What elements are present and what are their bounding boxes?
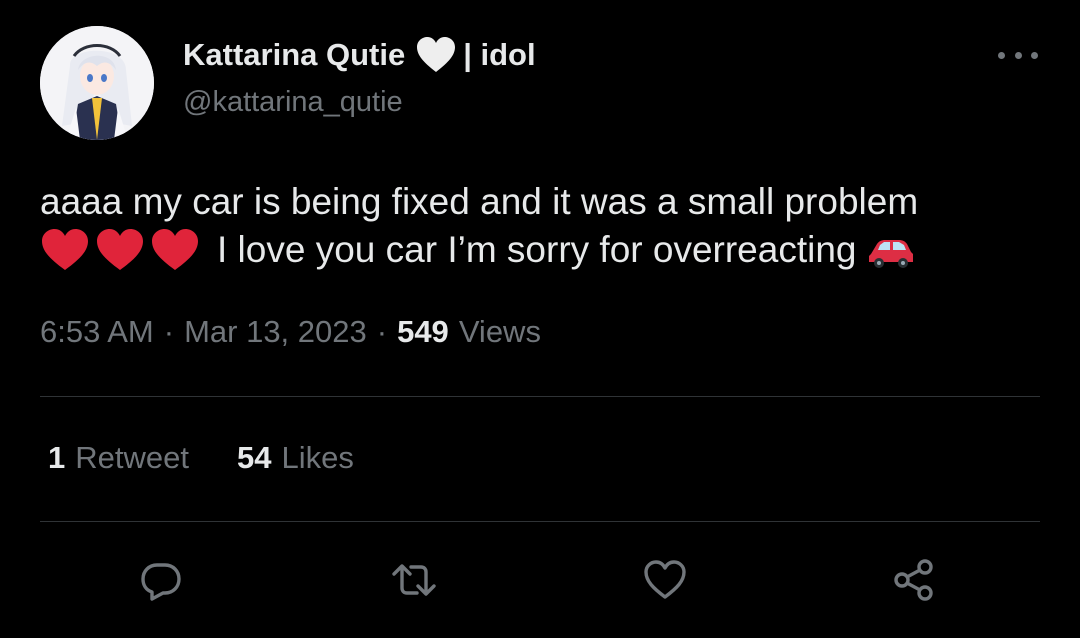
tweet-text: aaaa my car is being fixed and it was a … [40, 178, 1050, 274]
avatar-image [40, 26, 154, 140]
tweet-meta: 6:53 AM · Mar 13, 2023 · 549 Views [40, 314, 541, 350]
action-bar [0, 550, 1080, 610]
tweet-date[interactable]: Mar 13, 2023 [184, 314, 367, 350]
reply-button[interactable] [131, 550, 191, 610]
tweet-text-part-1: aaaa my car is being fixed and it was a … [40, 181, 919, 222]
likes-count: 54 [236, 440, 272, 475]
red-heart-emoji-icon [95, 227, 145, 273]
share-button[interactable] [884, 550, 944, 610]
author-name-row[interactable]: Kattarina Qutie | idol [183, 34, 536, 76]
red-heart-emoji-icon [40, 227, 90, 273]
more-dot [998, 51, 1005, 59]
retweet-button[interactable] [384, 550, 444, 610]
tweet-text-line-1: aaaa my car is being fixed and it was a … [40, 178, 1050, 226]
author-handle[interactable]: @kattarina_qutie [183, 86, 403, 119]
retweets-stat[interactable]: 1 Retweet [48, 440, 189, 476]
more-dot [1031, 51, 1038, 59]
views-label: Views [458, 314, 541, 349]
tweet-time[interactable]: 6:53 AM [40, 314, 154, 350]
more-icon[interactable] [998, 45, 1038, 65]
car-emoji-icon [865, 230, 917, 270]
retweet-icon [392, 564, 436, 596]
tweet: Kattarina Qutie | idol @kattarina_qutie … [0, 0, 1080, 638]
white-heart-emoji-icon [415, 35, 457, 75]
red-hearts-emoji [40, 227, 205, 273]
heart-icon [644, 560, 686, 599]
views-count: 549 [397, 314, 449, 349]
meta-separator: · [163, 314, 175, 349]
share-icon [894, 559, 933, 601]
more-dot [1014, 51, 1022, 59]
likes-label: Likes [281, 440, 354, 475]
reply-icon [141, 563, 181, 601]
avatar[interactable] [40, 26, 154, 140]
name-suffix: | idol [463, 37, 536, 72]
tweet-text-part-2: I love you car I’m sorry for overreactin… [217, 229, 857, 270]
divider [40, 521, 1040, 522]
retweets-count: 1 [48, 440, 66, 475]
retweets-label: Retweet [75, 440, 189, 475]
like-button[interactable] [635, 550, 695, 610]
red-heart-emoji-icon [150, 227, 200, 273]
display-name[interactable]: Kattarina Qutie [183, 37, 405, 73]
tweet-stats: 1 Retweet 54 Likes [48, 440, 402, 476]
divider [40, 396, 1040, 397]
tweet-text-line-2: I love you car I’m sorry for overreactin… [40, 226, 1050, 274]
meta-separator: · [376, 314, 388, 349]
likes-stat[interactable]: 54 Likes [237, 440, 354, 476]
